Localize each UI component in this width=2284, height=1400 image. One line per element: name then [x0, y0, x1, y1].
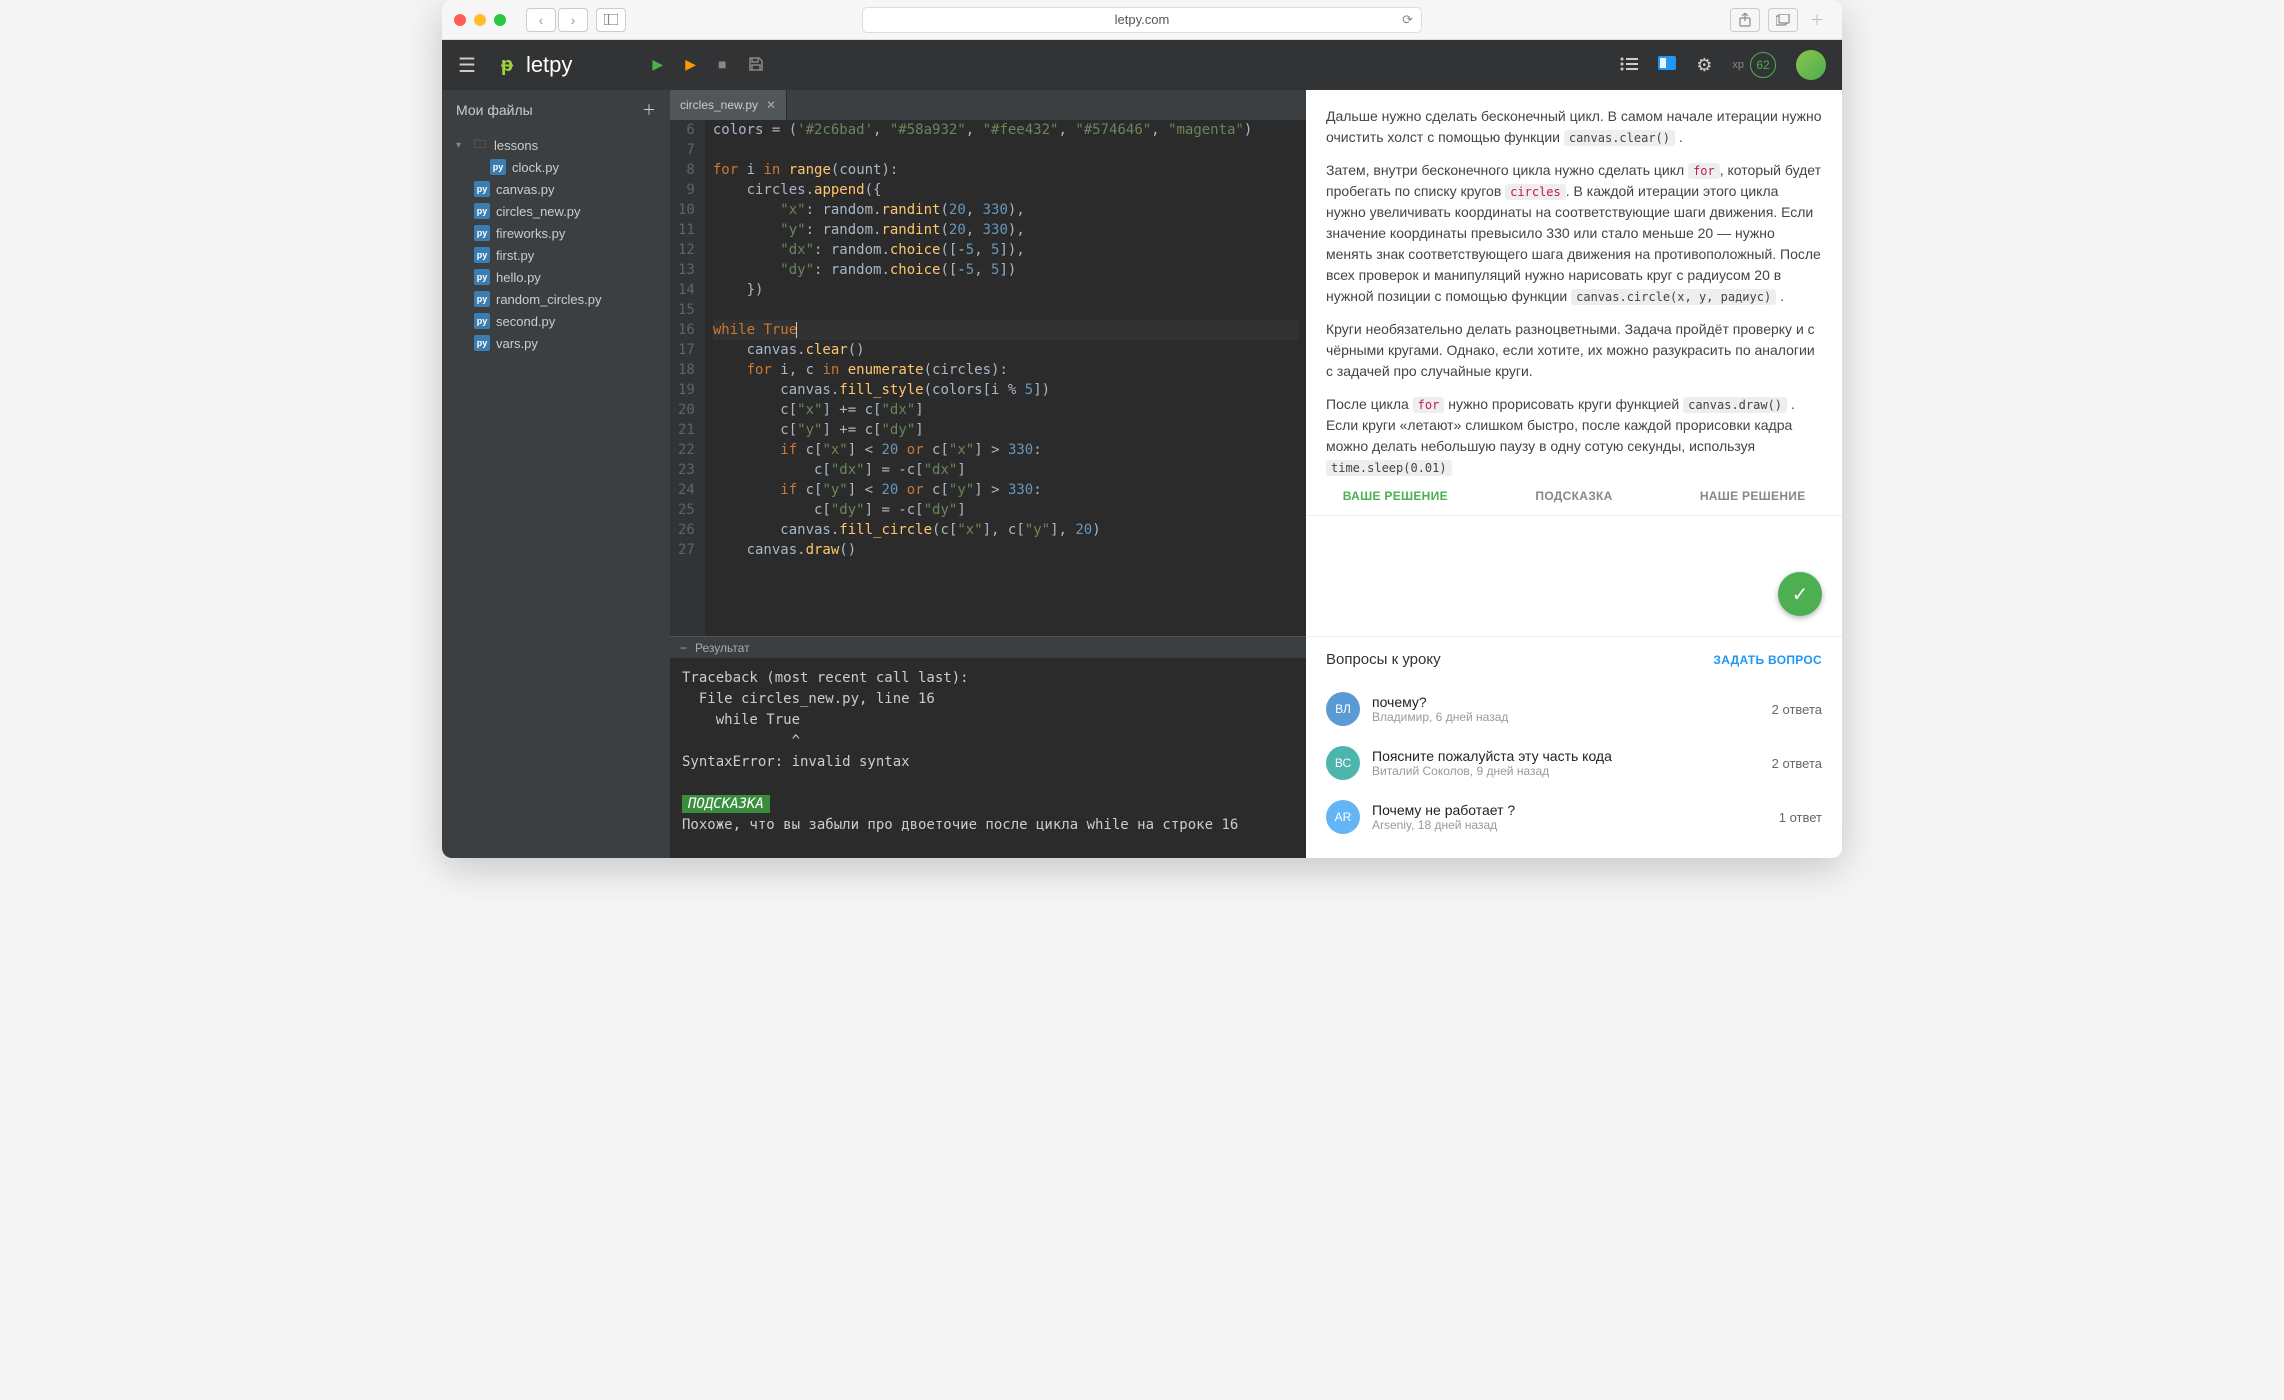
browser-titlebar: ‹ › letpy.com ⟳ ＋: [442, 0, 1842, 40]
solution-tabs: ВАШЕ РЕШЕНИЕ ПОДСКАЗКА НАШЕ РЕШЕНИЕ: [1306, 477, 1842, 516]
python-file-icon: py: [474, 247, 490, 263]
save-button[interactable]: [748, 56, 764, 75]
menu-icon[interactable]: ☰: [458, 53, 476, 78]
question-answers-count: 2 ответа: [1772, 702, 1822, 717]
tab-our-solution[interactable]: НАШЕ РЕШЕНИЕ: [1663, 477, 1842, 515]
folder-icon: 🗀: [472, 137, 488, 153]
file-panel: Мои файлы ＋ ▾🗀lessonspyclock.pypycanvas.…: [442, 90, 670, 858]
gear-icon[interactable]: ⚙: [1696, 55, 1712, 76]
new-tab-button[interactable]: ＋: [1810, 10, 1830, 30]
xp-value: 62: [1750, 52, 1776, 78]
logo[interactable]: ᵽ letpy: [496, 52, 572, 78]
collapse-icon[interactable]: −: [680, 641, 687, 655]
question-item[interactable]: ВС Поясните пожалуйста эту часть кода Ви…: [1326, 736, 1822, 790]
questions-title: Вопросы к уроку: [1326, 651, 1441, 668]
result-bar[interactable]: − Результат: [670, 636, 1306, 658]
traffic-close[interactable]: [454, 14, 466, 26]
logo-icon: ᵽ: [496, 54, 518, 76]
question-item[interactable]: AR Почему не работает ? Arseniy, 18 дней…: [1326, 790, 1822, 844]
question-meta: Виталий Соколов, 9 дней назад: [1372, 764, 1760, 778]
file-item[interactable]: pyvars.py: [442, 332, 670, 354]
editor-tabs: circles_new.py ✕: [670, 90, 1306, 120]
refresh-icon[interactable]: ⟳: [1402, 12, 1413, 28]
file-item[interactable]: pyfireworks.py: [442, 222, 670, 244]
close-icon[interactable]: ✕: [766, 98, 776, 112]
python-file-icon: py: [474, 203, 490, 219]
python-file-icon: py: [474, 313, 490, 329]
ask-question-button[interactable]: ЗАДАТЬ ВОПРОС: [1713, 653, 1822, 667]
question-meta: Владимир, 6 дней назад: [1372, 710, 1760, 724]
file-item[interactable]: pyfirst.py: [442, 244, 670, 266]
question-avatar: ВС: [1326, 746, 1360, 780]
file-item[interactable]: pycanvas.py: [442, 178, 670, 200]
avatar[interactable]: [1796, 50, 1826, 80]
question-title: Поясните пожалуйста эту часть кода: [1372, 748, 1760, 764]
step-button[interactable]: ▶: [685, 56, 696, 75]
app-header: ☰ ᵽ letpy ▶ ▶ ■ ⚙ xp 62: [442, 40, 1842, 90]
xp-badge: xp 62: [1732, 52, 1776, 78]
book-icon[interactable]: [1658, 55, 1676, 76]
question-answers-count: 1 ответ: [1779, 810, 1822, 825]
url-text: letpy.com: [1115, 12, 1170, 27]
tab-circles-new[interactable]: circles_new.py ✕: [670, 90, 787, 120]
python-file-icon: py: [474, 225, 490, 241]
submit-button[interactable]: ✓: [1778, 572, 1822, 616]
python-file-icon: py: [474, 335, 490, 351]
python-file-icon: py: [490, 159, 506, 175]
sidebar-toggle-button[interactable]: [596, 8, 626, 32]
add-file-button[interactable]: ＋: [642, 100, 656, 120]
question-avatar: ВЛ: [1326, 692, 1360, 726]
file-item[interactable]: pyrandom_circles.py: [442, 288, 670, 310]
xp-label: xp: [1732, 59, 1744, 71]
python-file-icon: py: [474, 291, 490, 307]
instruction-panel: Дальше нужно сделать бесконечный цикл. В…: [1306, 90, 1842, 858]
result-output: Traceback (most recent call last): File …: [670, 658, 1306, 858]
tabs-icon[interactable]: [1768, 8, 1798, 32]
questions-section: Вопросы к уроку ЗАДАТЬ ВОПРОС ВЛ почему?…: [1306, 636, 1842, 858]
list-icon[interactable]: [1620, 55, 1638, 76]
question-title: Почему не работает ?: [1372, 802, 1767, 818]
question-meta: Arseniy, 18 дней назад: [1372, 818, 1767, 832]
code-editor[interactable]: 6789101112131415161718192021222324252627…: [670, 120, 1306, 636]
file-clock[interactable]: pyclock.py: [442, 156, 670, 178]
hint-tag: ПОДСКАЗКА: [682, 795, 770, 813]
traffic-zoom[interactable]: [494, 14, 506, 26]
traffic-minimize[interactable]: [474, 14, 486, 26]
question-title: почему?: [1372, 694, 1760, 710]
run-button[interactable]: ▶: [652, 56, 663, 75]
folder-lessons[interactable]: ▾🗀lessons: [442, 134, 670, 156]
file-item[interactable]: pycircles_new.py: [442, 200, 670, 222]
back-button[interactable]: ‹: [526, 8, 556, 32]
tab-your-solution[interactable]: ВАШЕ РЕШЕНИЕ: [1306, 477, 1485, 515]
question-answers-count: 2 ответа: [1772, 756, 1822, 771]
share-icon[interactable]: [1730, 8, 1760, 32]
tab-hint[interactable]: ПОДСКАЗКА: [1485, 477, 1664, 515]
python-file-icon: py: [474, 181, 490, 197]
stop-button[interactable]: ■: [718, 56, 726, 75]
logo-text: letpy: [526, 52, 572, 78]
file-item[interactable]: pysecond.py: [442, 310, 670, 332]
question-avatar: AR: [1326, 800, 1360, 834]
file-item[interactable]: pyhello.py: [442, 266, 670, 288]
python-file-icon: py: [474, 269, 490, 285]
file-panel-title: Мои файлы: [456, 102, 533, 118]
forward-button[interactable]: ›: [558, 8, 588, 32]
tab-label: circles_new.py: [680, 98, 758, 112]
address-bar[interactable]: letpy.com ⟳: [862, 7, 1422, 33]
result-label: Результат: [695, 641, 750, 655]
question-item[interactable]: ВЛ почему? Владимир, 6 дней назад 2 отве…: [1326, 682, 1822, 736]
